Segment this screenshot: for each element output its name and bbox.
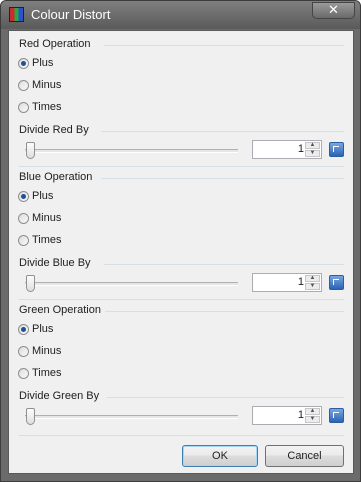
arrow-up-icon[interactable]: ▲ [305,408,320,415]
separator [19,299,344,300]
separator [101,178,344,179]
green-divisor-value[interactable]: 1 [298,409,304,422]
cancel-button[interactable]: Cancel [265,445,344,467]
radio-label: Minus [32,212,62,224]
green-slider-thumb[interactable] [26,408,35,425]
radio-selected-icon [18,191,29,202]
separator [107,397,344,398]
colour-distort-window: Colour Distort ✕ Red Operation Plus Minu… [0,0,361,482]
green-reset-icon[interactable] [329,408,344,423]
red-divisor-value[interactable]: 1 [298,143,304,156]
arrow-down-icon[interactable]: ▼ [305,416,320,423]
radio-icon [18,368,29,379]
arrow-up-icon[interactable]: ▲ [305,142,320,149]
dialog-body: Red Operation Plus Minus Times Divide Re… [8,30,354,474]
green-slider-track[interactable] [25,415,238,419]
blue-operation-label: Blue Operation [19,171,93,183]
radio-selected-icon [18,324,29,335]
blue-divisor-value[interactable]: 1 [298,276,304,289]
blue-slider-track[interactable] [25,282,238,286]
radio-label: Minus [32,79,62,91]
arrow-up-icon[interactable]: ▲ [305,275,320,282]
red-reset-icon[interactable] [329,142,344,157]
radio-label: Times [32,101,62,113]
separator [101,131,344,132]
arrow-down-icon[interactable]: ▼ [305,283,320,290]
red-operation-label: Red Operation [19,38,91,50]
red-slider-thumb[interactable] [26,142,35,159]
radio-label: Plus [32,57,54,69]
radio-icon [18,80,29,91]
radio-icon [18,102,29,113]
radio-icon [18,235,29,246]
red-divisor-spinbox[interactable]: 1 ▲ ▼ [252,140,322,159]
divide-blue-label: Divide Blue By [19,257,91,269]
divide-red-label: Divide Red By [19,124,89,136]
blue-divisor-spinbox[interactable]: 1 ▲ ▼ [252,273,322,292]
arrow-down-icon[interactable]: ▼ [305,150,320,157]
radio-label: Times [32,234,62,246]
separator [19,435,344,436]
radio-label: Plus [32,190,54,202]
red-slider-track[interactable] [25,149,238,153]
blue-reset-icon[interactable] [329,275,344,290]
separator [19,166,344,167]
green-divisor-spinbox[interactable]: 1 ▲ ▼ [252,406,322,425]
radio-icon [18,346,29,357]
window-title: Colour Distort [31,7,111,22]
separator [104,45,344,46]
green-operation-label: Green Operation [19,304,101,316]
radio-icon [18,213,29,224]
separator [105,311,344,312]
radio-label: Minus [32,345,62,357]
color-channels-icon [9,7,24,22]
separator [104,264,344,265]
radio-selected-icon [18,58,29,69]
radio-label: Plus [32,323,54,335]
blue-slider-thumb[interactable] [26,275,35,292]
divide-green-label: Divide Green By [19,390,100,402]
close-button[interactable]: ✕ [312,2,355,19]
ok-button[interactable]: OK [182,445,258,467]
radio-label: Times [32,367,62,379]
title-bar[interactable]: Colour Distort ✕ [1,1,360,29]
